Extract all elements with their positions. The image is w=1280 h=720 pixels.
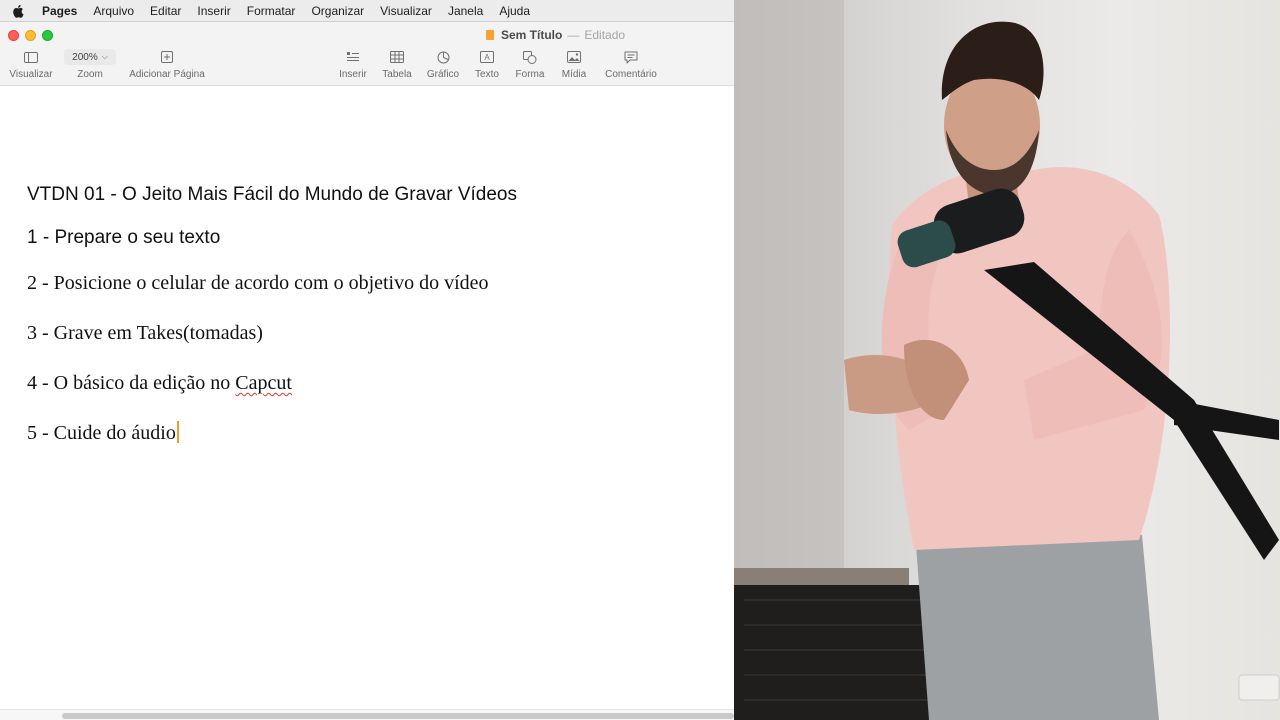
sidebar-icon (8, 49, 54, 65)
menu-item-editar[interactable]: Editar (142, 4, 189, 18)
comment-label: Comentário (605, 69, 657, 80)
menu-item-inserir[interactable]: Inserir (189, 4, 238, 18)
pants (916, 535, 1159, 720)
menu-item-formatar[interactable]: Formatar (239, 4, 304, 18)
presenter-video-frame (734, 0, 1280, 720)
document-window: Sem Título — Editado Visualizar 200% ⌵ Z… (0, 21, 734, 720)
chevron-down-icon: ⌵ (101, 52, 108, 61)
scrollbar-thumb[interactable] (62, 713, 734, 719)
comment-icon (600, 49, 662, 65)
insert-label: Inserir (339, 69, 367, 80)
insert-button[interactable]: Inserir (334, 49, 372, 80)
zoom-value: 200% (72, 51, 98, 63)
menu-item-arquivo[interactable]: Arquivo (85, 4, 142, 18)
webcam-overlay (734, 0, 1280, 720)
svg-text:A: A (484, 53, 490, 62)
add-page-button[interactable]: Adicionar Página (126, 49, 208, 80)
shape-label: Forma (515, 69, 545, 80)
menu-bar: Pages Arquivo Editar Inserir Formatar Or… (0, 0, 734, 21)
comment-button[interactable]: Comentário (600, 49, 662, 80)
text-label: Texto (475, 69, 499, 80)
close-window-button[interactable] (8, 30, 19, 41)
document-line-5[interactable]: 5 - Cuide do áudio (27, 421, 179, 445)
add-page-icon (126, 49, 208, 65)
view-button[interactable]: Visualizar (8, 49, 54, 80)
document-line-4-text: 4 - O básico da edição no (27, 372, 236, 394)
horizontal-scrollbar[interactable] (0, 709, 734, 720)
pages-app: Pages Arquivo Editar Inserir Formatar Or… (0, 0, 734, 720)
table-button[interactable]: Tabela (378, 49, 416, 80)
minimize-window-button[interactable] (25, 30, 36, 41)
text-cursor (176, 421, 179, 443)
wall-outlet (1238, 674, 1280, 701)
image-icon (557, 49, 591, 65)
text-box-button[interactable]: A Texto (470, 49, 504, 80)
insert-list-icon (334, 49, 372, 65)
view-label: Visualizar (9, 69, 53, 80)
window-title: Sem Título — Editado (486, 28, 625, 42)
document-page[interactable]: VTDN 01 - O Jeito Mais Fácil do Mundo de… (0, 86, 734, 709)
misspelled-word[interactable]: Capcut (235, 372, 292, 394)
media-label: Mídia (561, 69, 587, 80)
menu-item-visualizar[interactable]: Visualizar (372, 4, 440, 18)
table-icon (378, 49, 416, 65)
menu-item-organizar[interactable]: Organizar (303, 4, 372, 18)
toolbar: Sem Título — Editado Visualizar 200% ⌵ Z… (0, 22, 734, 86)
document-name[interactable]: Sem Título (501, 28, 562, 42)
maximize-window-button[interactable] (42, 30, 53, 41)
document-heading[interactable]: VTDN 01 - O Jeito Mais Fácil do Mundo de… (27, 184, 517, 206)
pages-document-icon (486, 30, 494, 40)
table-label: Tabela (382, 69, 412, 80)
menu-app-name[interactable]: Pages (36, 4, 85, 18)
shape-icon (512, 49, 548, 65)
window-controls (8, 30, 53, 41)
apple-menu-icon[interactable] (0, 4, 36, 18)
chart-label: Gráfico (426, 69, 460, 80)
zoom-select[interactable]: 200% ⌵ (64, 49, 116, 65)
document-line-3[interactable]: 3 - Grave em Takes(tomadas) (27, 322, 263, 345)
edit-status: Editado (584, 28, 626, 42)
zoom-label: Zoom (77, 69, 103, 80)
document-line-1[interactable]: 1 - Prepare o seu texto (27, 227, 220, 249)
media-button[interactable]: Mídia (557, 49, 591, 80)
chart-pie-icon (422, 49, 464, 65)
menu-item-janela[interactable]: Janela (440, 4, 491, 18)
title-separator: — (567, 28, 580, 42)
document-line-5-text: 5 - Cuide do áudio (27, 422, 176, 444)
shape-button[interactable]: Forma (512, 49, 548, 80)
add-page-label: Adicionar Página (129, 69, 205, 80)
zoom-control[interactable]: 200% ⌵ Zoom (64, 49, 116, 80)
document-line-4[interactable]: 4 - O básico da edição no Capcut (27, 372, 292, 395)
menu-item-ajuda[interactable]: Ajuda (491, 4, 538, 18)
text-box-icon: A (470, 49, 504, 65)
document-line-2[interactable]: 2 - Posicione o celular de acordo com o … (27, 272, 489, 295)
chart-button[interactable]: Gráfico (422, 49, 464, 80)
